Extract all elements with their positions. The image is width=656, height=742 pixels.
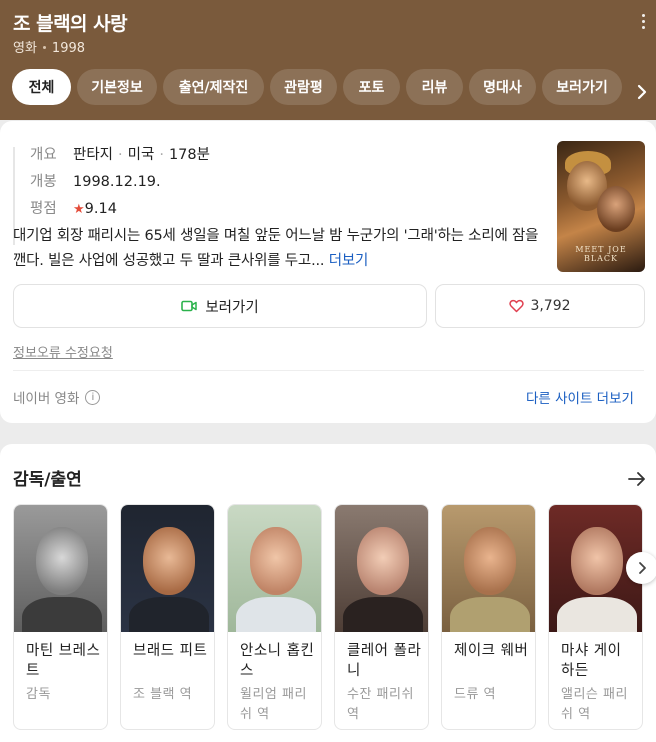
info-icon[interactable]: i bbox=[85, 389, 101, 405]
runtime-value: 178분 bbox=[168, 147, 210, 163]
cast-role: 앨리슨 패리쉬 역 bbox=[561, 687, 628, 722]
overview-label: 개요 bbox=[30, 147, 57, 163]
separator-dot bbox=[42, 45, 46, 49]
overview-row: 개요 판타지 · 미국 · 178분 bbox=[30, 143, 210, 164]
report-error-link[interactable]: 정보오류 수정요청 bbox=[13, 342, 113, 361]
cast-card-item[interactable]: 마틴 브레스트 감독 bbox=[13, 504, 108, 730]
synopsis-text: 대기업 회장 패리시는 65세 생일을 며칠 앞둔 어느날 밤 누군가의 '그래… bbox=[13, 228, 539, 269]
synopsis: 대기업 회장 패리시는 65세 생일을 며칠 앞둔 어느날 밤 누군가의 '그래… bbox=[13, 224, 543, 274]
tab-basic-info[interactable]: 기본정보 bbox=[77, 69, 157, 105]
source-label: 네이버 영화 bbox=[13, 391, 80, 407]
tab-review[interactable]: 리뷰 bbox=[406, 69, 463, 105]
cast-card-item[interactable]: 클레어 폴라니 수잔 패리쉬 역 bbox=[334, 504, 429, 730]
genre-value[interactable]: 판타지 bbox=[73, 147, 113, 163]
synopsis-more-link[interactable]: 더보기 bbox=[329, 253, 369, 269]
release-label: 개봉 bbox=[30, 174, 57, 190]
cast-card-item[interactable]: 제이크 웨버 드류 역 bbox=[441, 504, 536, 730]
rating-star-icon: ★ bbox=[73, 202, 85, 217]
other-sites-link[interactable]: 다른 사이트 더보기 bbox=[526, 387, 634, 407]
tabs-next-chevron-icon[interactable] bbox=[634, 82, 650, 102]
cast-role: 감독 bbox=[26, 687, 51, 702]
cast-next-button[interactable] bbox=[626, 552, 656, 584]
cast-name: 마샤 게이 하든 bbox=[561, 643, 622, 679]
source-info: 네이버 영화 i bbox=[13, 387, 101, 407]
rating-value: 9.14 bbox=[84, 201, 117, 217]
more-options-icon[interactable] bbox=[638, 14, 648, 34]
video-camera-icon bbox=[181, 300, 198, 312]
cast-photo bbox=[442, 505, 535, 632]
cast-name: 브래드 피트 bbox=[133, 643, 208, 659]
rating-row: 평점 ★9.14 bbox=[30, 197, 117, 218]
movie-info-card: 개요 판타지 · 미국 · 178분 개봉 1998.12.19. 평점 ★9.14 대기업 … bbox=[0, 121, 656, 423]
cast-role: 수잔 패리쉬 역 bbox=[347, 687, 414, 722]
movie-title[interactable]: 조 블랙의 사랑 bbox=[13, 9, 128, 36]
divider bbox=[13, 370, 644, 371]
cast-section-title[interactable]: 감독/출연 bbox=[13, 465, 82, 490]
cast-card-item[interactable]: 안소니 홉킨스 윌리엄 패리쉬 역 bbox=[227, 504, 322, 730]
country-value[interactable]: 미국 bbox=[128, 147, 155, 163]
movie-poster[interactable]: MEET JOE BLACK bbox=[557, 141, 645, 272]
cast-name: 마틴 브레스트 bbox=[26, 643, 101, 679]
chevron-right-icon bbox=[639, 562, 646, 574]
cast-photo bbox=[335, 505, 428, 632]
tab-where-to-watch[interactable]: 보러가기 bbox=[542, 69, 622, 105]
tab-reviews-rating[interactable]: 관람평 bbox=[270, 69, 337, 105]
cast-name: 클레어 폴라니 bbox=[347, 643, 422, 679]
cast-role: 조 블랙 역 bbox=[133, 687, 193, 702]
movie-year: 1998 bbox=[51, 41, 86, 56]
like-count: 3,792 bbox=[530, 298, 571, 314]
tab-cast-crew[interactable]: 출연/제작진 bbox=[163, 69, 264, 105]
release-date: 1998.12.19. bbox=[73, 174, 161, 190]
cast-photo bbox=[121, 505, 214, 632]
cast-card-item[interactable]: 브래드 피트 조 블랙 역 bbox=[120, 504, 215, 730]
movie-subtitle: 영화 1998 bbox=[13, 37, 85, 56]
cast-list: 마틴 브레스트 감독 브래드 피트 조 블랙 역 안소니 홉킨스 윌리엄 패리쉬… bbox=[13, 504, 643, 730]
like-button[interactable]: 3,792 bbox=[435, 284, 645, 328]
cast-card: 감독/출연 마틴 브레스트 감독 브래드 피트 조 블랙 역 안소니 홉킨스 윌… bbox=[0, 444, 656, 742]
rating-label: 평점 bbox=[30, 201, 57, 217]
cast-photo bbox=[14, 505, 107, 632]
release-row: 개봉 1998.12.19. bbox=[30, 170, 161, 191]
cast-photo bbox=[228, 505, 321, 632]
arrow-right-icon[interactable] bbox=[628, 471, 646, 487]
tab-bar: 전체 기본정보 출연/제작진 관람평 포토 리뷰 명대사 보러가기 bbox=[12, 69, 622, 105]
movie-header: 조 블랙의 사랑 영화 1998 전체 기본정보 출연/제작진 관람평 포토 리뷰… bbox=[0, 0, 656, 120]
watch-button[interactable]: 보러가기 bbox=[13, 284, 427, 328]
heart-icon bbox=[509, 299, 525, 313]
cast-name: 제이크 웨버 bbox=[454, 643, 529, 659]
poster-title: MEET JOE BLACK bbox=[575, 245, 627, 263]
cast-name: 안소니 홉킨스 bbox=[240, 643, 315, 679]
tab-all[interactable]: 전체 bbox=[12, 69, 71, 105]
watch-button-label: 보러가기 bbox=[205, 299, 259, 316]
tab-photo[interactable]: 포토 bbox=[343, 69, 400, 105]
tab-quotes[interactable]: 명대사 bbox=[469, 69, 536, 105]
cast-card-item[interactable]: 마샤 게이 하든 앨리슨 패리쉬 역 bbox=[548, 504, 643, 730]
cast-role: 윌리엄 패리쉬 역 bbox=[240, 687, 307, 722]
movie-category: 영화 bbox=[13, 41, 37, 56]
cast-role: 드류 역 bbox=[454, 687, 497, 702]
